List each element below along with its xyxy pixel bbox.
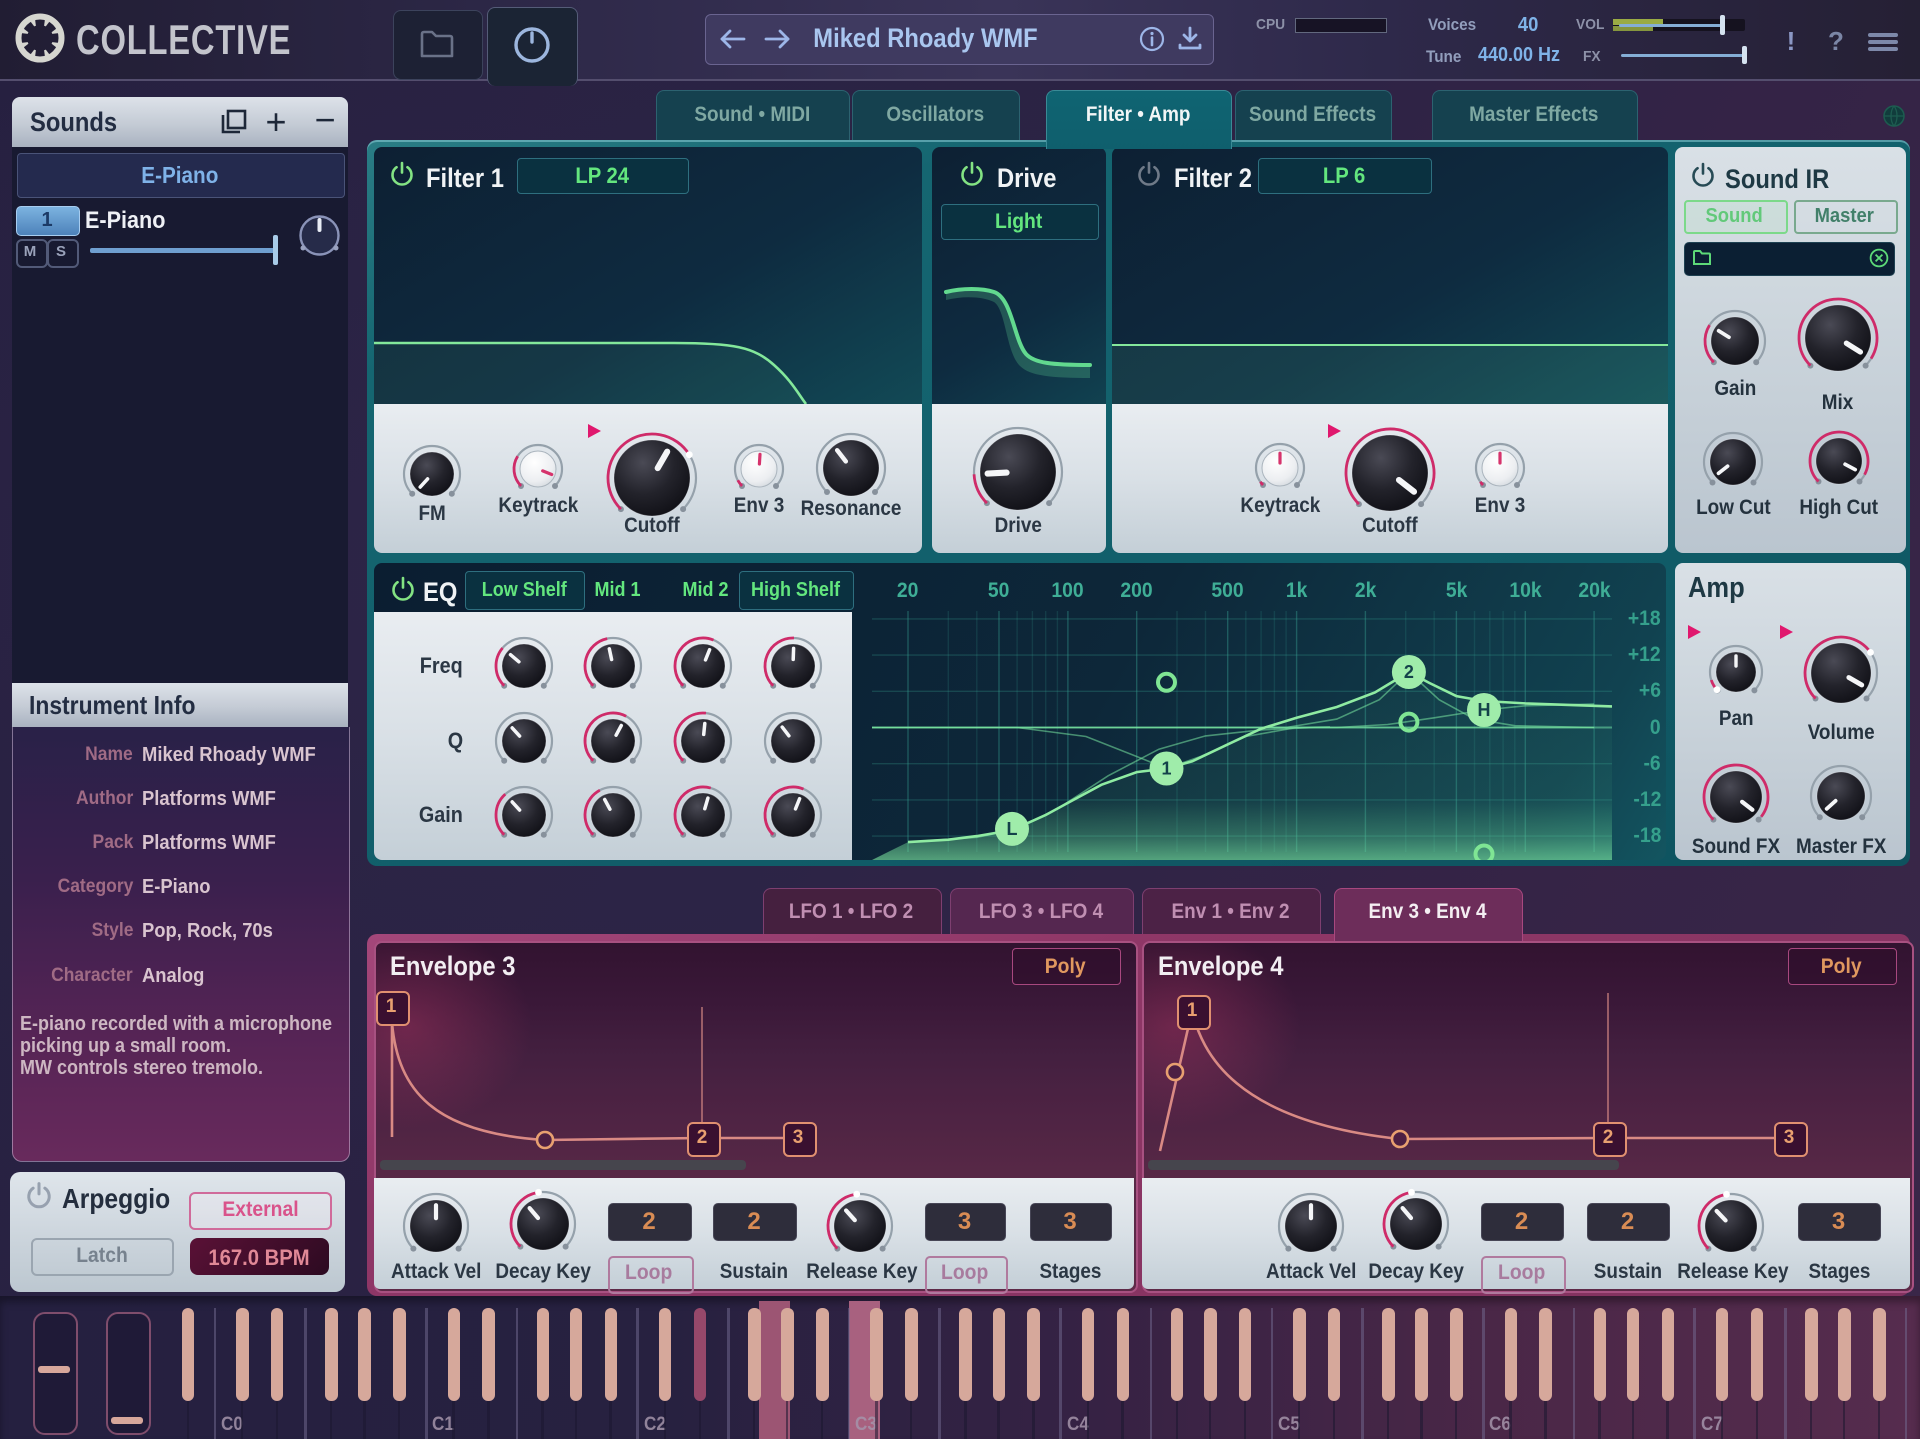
svg-text:1: 1 — [1161, 759, 1171, 779]
svg-text:2: 2 — [1404, 662, 1414, 682]
svg-text:H: H — [1478, 700, 1491, 720]
svg-text:L: L — [1007, 819, 1018, 839]
